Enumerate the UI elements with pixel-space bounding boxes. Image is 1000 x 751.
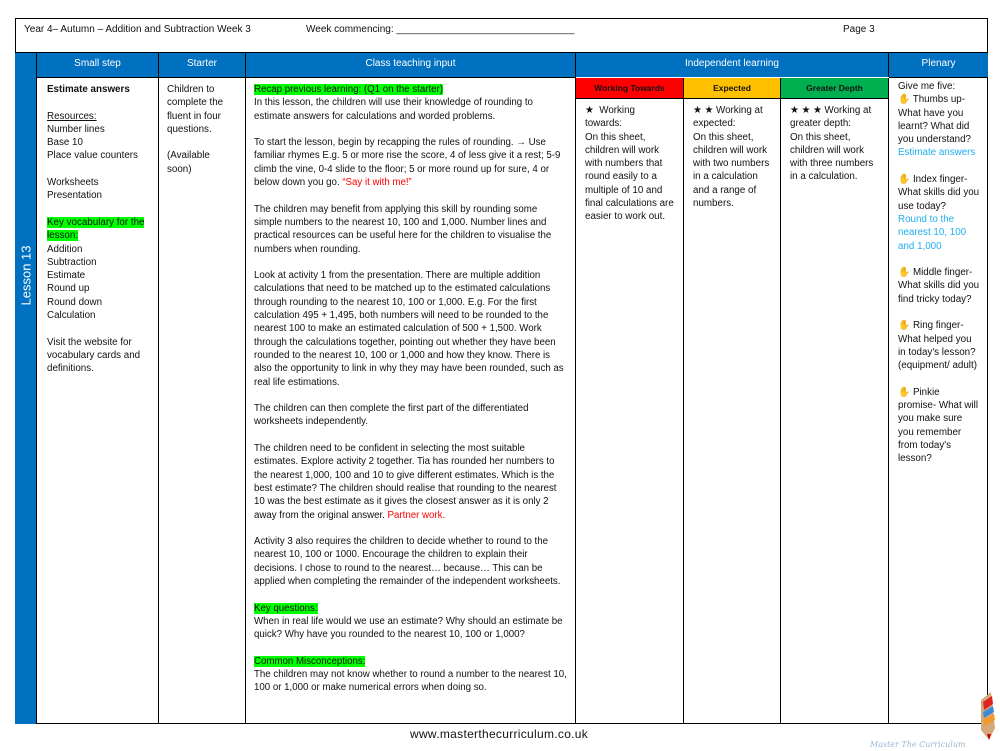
star-icon: ★ ★ ★ bbox=[790, 105, 822, 116]
hand-icon: ✋ bbox=[898, 174, 911, 186]
star-icon: ★ ★ bbox=[693, 105, 714, 116]
expected-cell: ★ ★ Working at expected: On this sheet, … bbox=[684, 99, 781, 724]
header-title: Year 4– Autumn – Addition and Subtractio… bbox=[24, 24, 251, 35]
brand-logo: Master The Curriculum bbox=[869, 737, 990, 751]
tier-header-working-towards: Working Towards bbox=[576, 78, 684, 99]
misconceptions-label: Common Misconceptions: bbox=[254, 655, 366, 667]
vocab-item: Round down bbox=[47, 296, 103, 308]
resource-item: Place value counters bbox=[47, 150, 138, 162]
partner-work-prompt: Partner work. bbox=[387, 509, 446, 521]
week-commencing: Week commencing: _______________________… bbox=[306, 24, 575, 35]
starter-cell: Children to complete the fluent in four … bbox=[159, 77, 246, 724]
small-step-cell: Estimate answers Resources: Number lines… bbox=[37, 77, 159, 724]
starter-note: (Available soon) bbox=[167, 150, 210, 175]
tier-header-expected: Expected bbox=[684, 78, 781, 99]
plenary-answer: Round to the nearest 10, 100 and 1,000 bbox=[898, 213, 967, 252]
recap-label: Recap previous learning: (Q1 on the star… bbox=[254, 84, 444, 95]
hand-icon: ✋ bbox=[898, 94, 911, 106]
col-header-small-step: Small step bbox=[37, 53, 159, 77]
pencil-logo-icon bbox=[981, 692, 995, 740]
teaching-cell: Recap previous learning: (Q1 on the star… bbox=[246, 77, 576, 724]
col-header-starter: Starter bbox=[159, 53, 246, 77]
vocab-item: Subtraction bbox=[47, 256, 97, 268]
page-header: Year 4– Autumn – Addition and Subtractio… bbox=[15, 18, 988, 53]
teaching-paragraph: The children may benefit from applying t… bbox=[254, 203, 552, 255]
tier-description: On this sheet, children will work with t… bbox=[790, 131, 874, 183]
footer-url[interactable]: www.masterthecurriculum.co.uk bbox=[410, 727, 588, 741]
website-note: Visit the website for vocabulary cards a… bbox=[47, 336, 141, 375]
plenary-question: Middle finger- What skills did you find … bbox=[898, 267, 980, 305]
lesson-label-bar: Lesson 13 bbox=[15, 53, 37, 724]
col-header-plenary: Plenary bbox=[889, 53, 988, 77]
small-step-title: Estimate answers bbox=[47, 84, 130, 95]
teaching-paragraph: Look at activity 1 from the presentation… bbox=[254, 270, 564, 388]
material-item: Worksheets bbox=[47, 177, 99, 189]
hand-icon: ✋ bbox=[898, 267, 911, 279]
starter-text: Children to complete the fluent in four … bbox=[167, 84, 224, 135]
greater-depth-cell: ★ ★ ★ Working at greater depth: On this … bbox=[781, 99, 889, 724]
lesson-label: Lesson 13 bbox=[18, 245, 34, 306]
material-item: Presentation bbox=[47, 190, 103, 202]
plenary-question: Ring finger- What helped you in today's … bbox=[898, 320, 977, 372]
tier-description: On this sheet, children will work with n… bbox=[585, 131, 674, 223]
say-it-prompt: “Say it with me!” bbox=[342, 177, 412, 189]
plenary-intro: Give me five: bbox=[898, 81, 956, 92]
plenary-cell: Give me five: ✋ Thumbs up- What have you… bbox=[889, 77, 988, 724]
vocab-item: Estimate bbox=[47, 270, 86, 282]
logo-wordmark: Master The Curriculum bbox=[869, 740, 966, 749]
star-icon: ★ bbox=[585, 105, 594, 116]
hand-icon: ✋ bbox=[898, 320, 911, 332]
vocab-label: Key vocabulary for the lesson: bbox=[47, 216, 145, 242]
plenary-question: Pinkie promise- What will you make sure … bbox=[898, 386, 979, 465]
key-questions: When in real life would we use an estima… bbox=[254, 615, 563, 641]
tier-description: On this sheet, children will work with t… bbox=[693, 131, 770, 210]
resource-item: Base 10 bbox=[47, 137, 83, 149]
svg-text:Master The Curriculum: Master The Curriculum bbox=[870, 740, 966, 749]
vocab-item: Calculation bbox=[47, 310, 96, 322]
resource-item: Number lines bbox=[47, 123, 105, 135]
teaching-paragraph: Activity 3 also requires the children to… bbox=[254, 536, 561, 587]
misconceptions: The children may not know whether to rou… bbox=[254, 669, 567, 694]
hand-icon: ✋ bbox=[898, 386, 911, 398]
col-header-teaching: Class teaching input bbox=[246, 53, 576, 77]
page-number: Page 3 bbox=[843, 24, 875, 35]
col-header-independent: Independent learning bbox=[576, 53, 889, 77]
teaching-paragraph: In this lesson, the children will use th… bbox=[254, 97, 533, 122]
tier-header-greater-depth: Greater Depth bbox=[781, 78, 889, 99]
working-towards-cell: ★ Working towards: On this sheet, childr… bbox=[576, 99, 684, 724]
plenary-question: Index finger- What skills did you use to… bbox=[898, 174, 980, 212]
teaching-paragraph: The children can then complete the first… bbox=[254, 403, 529, 428]
key-questions-label: Key questions: bbox=[254, 602, 318, 614]
vocab-item: Round up bbox=[47, 283, 90, 295]
resources-label: Resources: bbox=[47, 110, 97, 122]
vocab-item: Addition bbox=[47, 243, 83, 255]
plenary-answer: Estimate answers bbox=[898, 147, 976, 159]
